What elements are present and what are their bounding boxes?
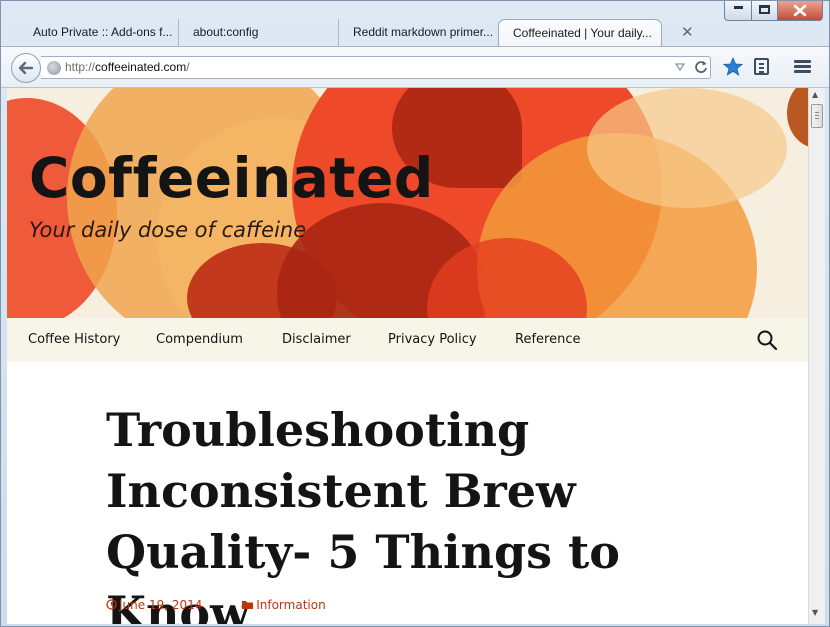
close-window-button[interactable]	[778, 1, 823, 21]
tab-label: Reddit markdown primer...	[353, 25, 494, 39]
maximize-icon	[759, 5, 770, 14]
folder-icon	[242, 601, 254, 609]
vertical-scrollbar[interactable]: ▲ ▼	[808, 88, 825, 624]
site-tagline: Your daily dose of caffeine	[29, 218, 307, 242]
reload-icon[interactable]	[693, 58, 709, 76]
site-title[interactable]: Coffeeinated	[29, 146, 434, 210]
back-arrow-icon	[18, 61, 34, 75]
tab-coffeeinated[interactable]: Coffeeinated | Your daily...	[498, 19, 662, 46]
menu-icon[interactable]	[794, 60, 811, 73]
url-suffix: /	[186, 60, 190, 74]
url-prefix: http://	[65, 60, 96, 74]
nav-item-compendium[interactable]: Compendium	[156, 332, 243, 347]
scroll-thumb[interactable]	[811, 104, 823, 128]
scroll-down-arrow-icon[interactable]: ▼	[812, 608, 818, 617]
reader-icon[interactable]	[754, 58, 769, 75]
page-viewport: Coffeeinated Your daily dose of caffeine…	[7, 88, 808, 624]
url-domain: coffeeinated.com	[95, 60, 187, 74]
maximize-button[interactable]	[752, 1, 778, 21]
nav-item-reference[interactable]: Reference	[515, 332, 580, 347]
minimize-icon	[734, 6, 743, 9]
url-text[interactable]: http://coffeeinated.com/	[65, 60, 190, 74]
close-tab-icon[interactable]: ✕	[681, 23, 694, 41]
nav-item-coffee-history[interactable]: Coffee History	[28, 332, 120, 347]
tab-bar: Auto Private :: Add-ons f... about:confi…	[1, 1, 829, 47]
dropdown-icon[interactable]	[675, 60, 685, 74]
close-window-icon	[793, 4, 807, 17]
browser-window: Auto Private :: Add-ons f... about:confi…	[0, 0, 830, 627]
post-category: Information	[256, 598, 326, 612]
post-date-link[interactable]: June 19, 2014	[106, 598, 224, 612]
globe-icon	[47, 61, 61, 75]
post-category-link[interactable]: Information	[242, 598, 343, 612]
post-date: June 19, 2014	[119, 598, 203, 612]
post-meta: June 19, 2014 Information	[106, 598, 362, 612]
nav-item-privacy-policy[interactable]: Privacy Policy	[388, 332, 477, 347]
clock-icon	[106, 599, 117, 610]
tab-label: about:config	[193, 25, 259, 39]
tab-label: Auto Private :: Add-ons f...	[33, 25, 173, 39]
nav-item-disclaimer[interactable]: Disclaimer	[282, 332, 351, 347]
url-bar[interactable]: http://coffeeinated.com/	[41, 56, 711, 79]
star-icon[interactable]	[723, 57, 743, 77]
tab-reddit-markdown[interactable]: Reddit markdown primer...	[339, 19, 499, 46]
tab-label: Coffeeinated | Your daily...	[513, 26, 652, 40]
header-banner[interactable]: Coffeeinated Your daily dose of caffeine	[7, 88, 808, 318]
minimize-button[interactable]	[724, 1, 752, 21]
navigation-toolbar: http://coffeeinated.com/	[1, 46, 829, 88]
tab-about-config[interactable]: about:config	[179, 19, 339, 46]
site-navigation: Coffee History Compendium Disclaimer Pri…	[7, 318, 808, 362]
scroll-up-arrow-icon[interactable]: ▲	[812, 90, 818, 99]
search-icon[interactable]	[757, 330, 777, 350]
post-title[interactable]: Troubleshooting Inconsistent Brew Qualit…	[106, 400, 746, 624]
back-button[interactable]	[11, 53, 41, 83]
tab-auto-private[interactable]: Auto Private :: Add-ons f...	[19, 19, 179, 46]
